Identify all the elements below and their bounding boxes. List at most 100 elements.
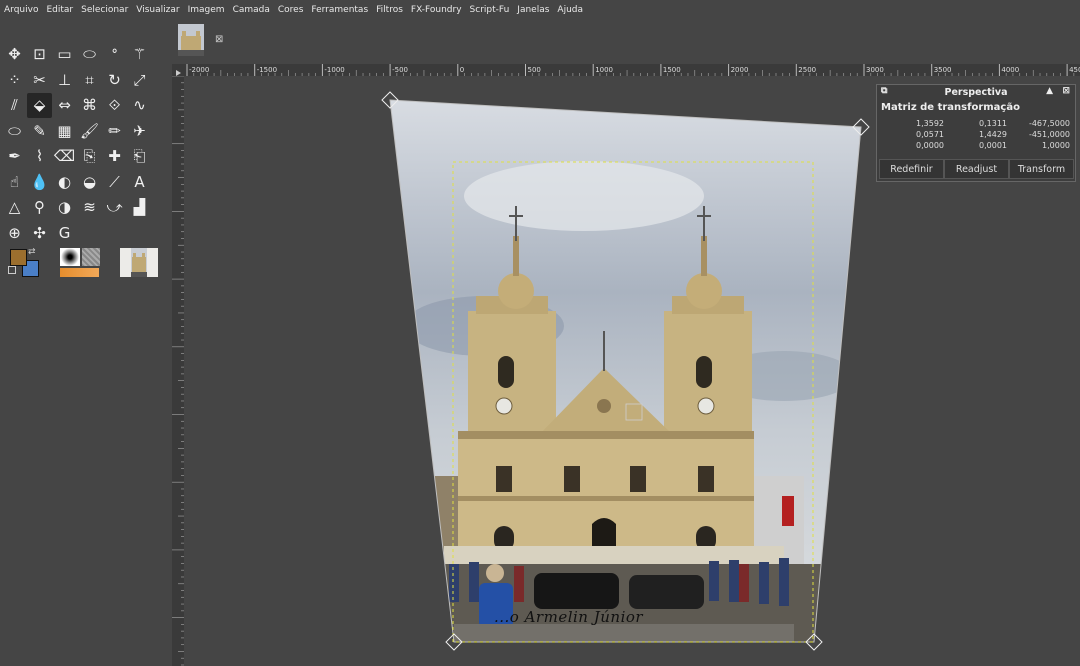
readjust-button[interactable]: Readjust — [944, 159, 1009, 179]
perspective-clone-icon[interactable]: ⎗ — [127, 144, 152, 169]
ruler-label: -2000 — [189, 66, 209, 74]
image-tab-bar: ⊠ — [172, 20, 1080, 64]
color-picker-icon[interactable]: ⟋ — [102, 170, 127, 195]
matrix-cell: -467,5000 — [1028, 119, 1070, 128]
matrix-label: Matriz de transformação — [881, 102, 1020, 113]
watermark-text: ...o Armelin Júnior — [494, 608, 644, 626]
matrix-row: 1,3592 0,1311 -467,5000 — [881, 119, 1071, 130]
ruler-label: -1000 — [324, 66, 344, 74]
close-icon[interactable]: ⊠ — [1062, 86, 1070, 96]
church-thumbnail-icon — [120, 248, 158, 277]
scissors-icon[interactable]: ✂ — [27, 68, 52, 93]
menu-camada[interactable]: Camada — [229, 5, 274, 15]
threshold-icon[interactable]: ◑ — [52, 195, 77, 220]
warp-transform-icon[interactable]: ∿ — [127, 93, 152, 118]
menu-ajuda[interactable]: Ajuda — [553, 5, 587, 15]
histogram-icon[interactable]: ▟ — [127, 195, 152, 220]
reset-button[interactable]: Redefinir — [879, 159, 944, 179]
menu-janelas[interactable]: Janelas — [513, 5, 553, 15]
mypaint-brush-icon[interactable]: ⌇ — [27, 144, 52, 169]
matrix-cell: 1,0000 — [1042, 141, 1070, 150]
matrix-row: 0,0000 0,0001 1,0000 — [881, 141, 1071, 152]
menu-imagem[interactable]: Imagem — [184, 5, 229, 15]
gegl-icon[interactable]: G — [52, 221, 77, 246]
perspective-dialog: ⧉ Perspectiva ▲ ⊠ Matriz de transformaçã… — [876, 84, 1076, 182]
paths-icon[interactable]: ✎ — [27, 119, 52, 144]
cage-transform-icon[interactable]: ⌘ — [77, 93, 102, 118]
menu-ferramentas[interactable]: Ferramentas — [307, 5, 372, 15]
foreground-color-swatch[interactable] — [10, 249, 27, 266]
menu-filtros[interactable]: Filtros — [372, 5, 407, 15]
measure-icon[interactable]: △ — [2, 195, 27, 220]
move-tool-icon[interactable]: ✥ — [2, 42, 27, 67]
ruler-label: 500 — [528, 66, 541, 74]
gradient-preview[interactable] — [60, 268, 99, 277]
active-image-thumbnail[interactable] — [120, 248, 158, 277]
matrix-cell: -451,0000 — [1028, 130, 1070, 139]
brush-preview[interactable] — [60, 248, 80, 266]
eraser-icon[interactable]: ⌫ — [52, 144, 77, 169]
rotate-icon[interactable]: ↻ — [102, 68, 127, 93]
transform-button[interactable]: Transform — [1009, 159, 1074, 179]
desaturate-icon[interactable]: ◒ — [77, 170, 102, 195]
menu-script-fu[interactable]: Script-Fu — [466, 5, 514, 15]
flip-icon[interactable]: ⇔ — [52, 93, 77, 118]
vertical-ruler — [172, 76, 184, 666]
smudge-icon[interactable]: ☝ — [2, 170, 27, 195]
handle-transform-icon[interactable]: ✣ — [27, 221, 52, 246]
dodge-burn-icon[interactable]: ◐ — [52, 170, 77, 195]
blur-icon[interactable]: 💧 — [27, 170, 52, 195]
lasso-icon[interactable]: ᐤ — [102, 42, 127, 67]
select-by-color-icon[interactable]: ⁘ — [2, 68, 27, 93]
paintbrush-icon[interactable]: 🖌 — [77, 119, 102, 144]
menu-fx-foundry[interactable]: FX-Foundry — [407, 5, 466, 15]
tool-grid: ✥ ⊡ ▭ ⬭ ᐤ ⚚ ⁘ ✂ ⊥ ⌗ ↻ ⤢ ⫽ ⬙ ⇔ ⌘ ⟐ ∿ ⬭ ✎ ▦ 🖌 ✏ ✈ ✒ ⌇ ⌫ ⎘ ✚ ⎗ ☝ 💧 ◐ ◒ ⟋ A △ ⚲ ◑ ≋… — [2, 42, 152, 246]
perspective-icon[interactable]: ⬙ — [27, 93, 52, 118]
crop-icon[interactable]: ⌗ — [77, 68, 102, 93]
ruler-label: -1500 — [257, 66, 277, 74]
pattern-preview[interactable] — [82, 248, 100, 266]
menu-bar: Arquivo Editar Selecionar Visualizar Ima… — [0, 0, 1080, 20]
close-tab-icon[interactable]: ⊠ — [215, 34, 223, 45]
clone-icon[interactable]: ⎘ — [77, 144, 102, 169]
blend-icon[interactable]: ▦ — [52, 119, 77, 144]
align-tool-icon[interactable]: ⊡ — [27, 42, 52, 67]
levels-icon[interactable]: ≋ — [77, 195, 102, 220]
text-icon[interactable]: A — [127, 170, 152, 195]
rect-select-icon[interactable]: ▭ — [52, 42, 77, 67]
menu-cores[interactable]: Cores — [274, 5, 308, 15]
ruler-label: 3000 — [866, 66, 884, 74]
shear-icon[interactable]: ⫽ — [2, 93, 27, 118]
menu-editar[interactable]: Editar — [42, 5, 77, 15]
pencil-icon[interactable]: ✏ — [102, 119, 127, 144]
ruler-label: 2000 — [731, 66, 749, 74]
menu-arquivo[interactable]: Arquivo — [0, 5, 42, 15]
unified-transform-icon[interactable]: ⟐ — [102, 93, 127, 118]
foreground-select-icon[interactable]: ⊥ — [52, 68, 77, 93]
fuzzy-select-icon[interactable]: ⚚ — [127, 42, 152, 67]
scale-icon[interactable]: ⤢ — [127, 68, 152, 93]
color-balance-icon[interactable]: ⊕ — [2, 221, 27, 246]
ruler-label: 4000 — [1001, 66, 1019, 74]
perspective-dialog-icon: ⧉ — [881, 86, 888, 96]
ruler-label: 0 — [460, 66, 464, 74]
matrix-cell: 1,4429 — [979, 130, 1007, 139]
curves-icon[interactable]: ⤻ — [102, 195, 127, 220]
menu-selecionar[interactable]: Selecionar — [77, 5, 132, 15]
matrix-cell: 0,0000 — [916, 141, 944, 150]
ruler-label: -500 — [392, 66, 408, 74]
image-tab[interactable] — [178, 24, 204, 56]
dialog-header: ⧉ Perspectiva ▲ ⊠ — [877, 85, 1075, 99]
ruler-label: 1500 — [663, 66, 681, 74]
bucket-fill-icon[interactable]: ⬭ — [2, 119, 27, 144]
ruler-corner[interactable] — [172, 64, 184, 76]
reset-colors-icon[interactable] — [8, 266, 16, 274]
collapse-icon[interactable]: ▲ — [1046, 86, 1053, 96]
heal-icon[interactable]: ✚ — [102, 144, 127, 169]
zoom-icon[interactable]: ⚲ — [27, 195, 52, 220]
menu-visualizar[interactable]: Visualizar — [132, 5, 183, 15]
swap-colors-icon[interactable]: ⇄ — [28, 247, 36, 257]
ellipse-select-icon[interactable]: ⬭ — [77, 42, 102, 67]
ink-icon[interactable]: ✒ — [2, 144, 27, 169]
airbrush-icon[interactable]: ✈ — [127, 119, 152, 144]
